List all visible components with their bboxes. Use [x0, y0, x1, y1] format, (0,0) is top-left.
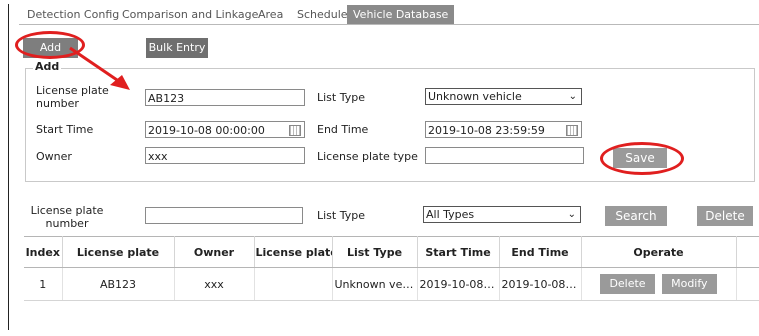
column-header-operate: Operate [581, 236, 737, 268]
table-header-row: Index License plate Owner License plate … [24, 236, 759, 268]
cell-index: 1 [24, 267, 63, 301]
row-modify-button[interactable]: Modify [662, 274, 717, 294]
search-plate-label: License plate number [30, 204, 104, 230]
search-list-type-value: All Types [426, 208, 475, 221]
search-button[interactable]: Search [605, 206, 667, 226]
column-header-plate-type: License plate [254, 236, 333, 268]
cell-plate: AB123 [62, 267, 175, 301]
row-delete-button[interactable]: Delete [600, 274, 655, 294]
chevron-down-icon: ⌄ [567, 209, 576, 220]
column-header-owner: Owner [174, 236, 255, 268]
cell-end-time: 2019-10-08 23:59:59 [499, 267, 582, 301]
column-header-list-type: List Type [332, 236, 418, 268]
table-row[interactable]: 1 AB123 xxx Unknown vehicle 2019-10-08 0… [24, 267, 759, 301]
delete-all-button[interactable]: Delete [697, 206, 753, 226]
search-plate-input[interactable] [145, 207, 303, 224]
column-header-end-time: End Time [499, 236, 582, 268]
cell-plate-type [254, 267, 333, 301]
cell-owner: xxx [174, 267, 255, 301]
vehicle-table: Index License plate Owner License plate … [24, 236, 759, 301]
cell-list-type: Unknown vehicle [332, 267, 418, 301]
column-header-spacer [736, 236, 759, 268]
cell-spacer [736, 267, 759, 301]
column-header-plate: License plate [62, 236, 175, 268]
search-list-type-label: List Type [317, 209, 365, 222]
column-header-index: Index [24, 236, 63, 268]
search-list-type-select[interactable]: All Types ⌄ [423, 206, 581, 223]
cell-start-time: 2019-10-08 00:00:00 [417, 267, 500, 301]
column-header-start-time: Start Time [417, 236, 500, 268]
cell-operate: Delete Modify [581, 267, 737, 301]
